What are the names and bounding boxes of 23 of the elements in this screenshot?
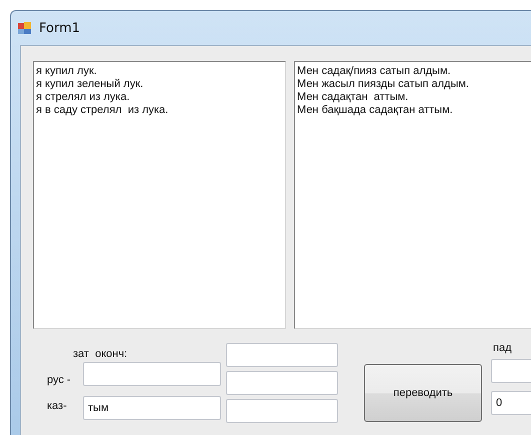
input-field[interactable]: [226, 371, 338, 395]
field-label: зат оконч:: [73, 348, 128, 362]
text-line: я стрелял из лука.: [36, 91, 131, 104]
field-label: каз-: [47, 400, 68, 412]
text-area[interactable]: я купил лук. я купил зеленый лук. я стрелял из лука. я в саду стрелял из лука.: [33, 61, 286, 329]
window-title: Form1: [39, 20, 80, 36]
text-line: Мен бақшада садақтан аттым.: [297, 104, 454, 117]
input-field[interactable]: [226, 343, 338, 367]
text-line: Мен садақтан аттым.: [297, 91, 410, 104]
form-icon: [17, 20, 33, 36]
text-line: я купил зеленый лук.: [36, 78, 144, 91]
text-line: Мен садақ/пияз сатып алдым.: [297, 65, 452, 78]
text-area[interactable]: Мен садақ/пияз сатып алдым. Мен жасыл пиязды сатып алдым. Мен садақтан аттым. Мен бақшада садақтан аттым.: [294, 61, 531, 329]
text-line: Мен жасыл пиязды сатып алдым.: [297, 78, 470, 91]
translate-button[interactable]: переводить: [364, 364, 482, 422]
input-field[interactable]: [226, 399, 338, 423]
text-line: я купил лук.: [36, 65, 98, 78]
input-field[interactable]: [83, 362, 221, 386]
text-line: я в саду стрелял из лука.: [36, 104, 170, 117]
input-field[interactable]: тым: [83, 396, 221, 420]
field-label: пад: [493, 342, 512, 356]
field-label: рус -: [47, 374, 72, 386]
input-field[interactable]: 0: [491, 391, 531, 415]
